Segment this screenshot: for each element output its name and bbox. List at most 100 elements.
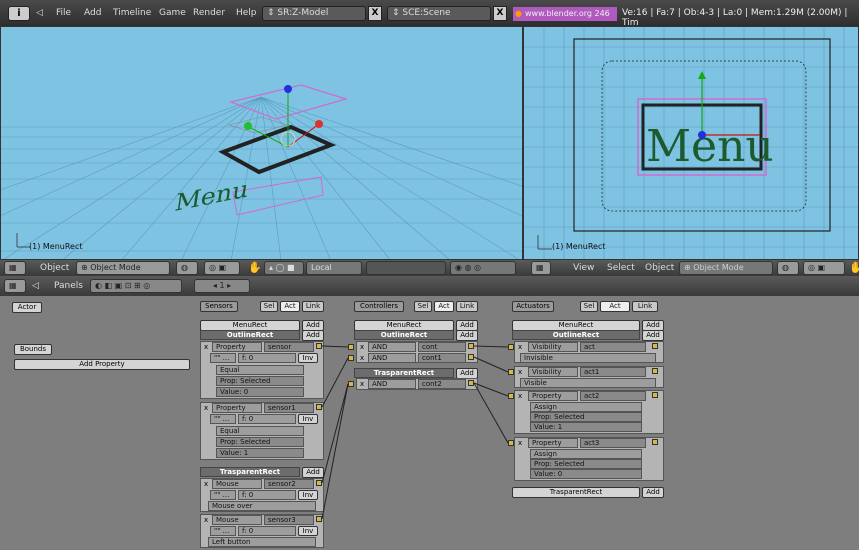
collapse-icon-buttons[interactable]: ◁ <box>32 281 39 291</box>
sensor-eval-select[interactable]: Equal <box>216 426 304 436</box>
actuator-add-button-2[interactable]: Add <box>642 330 664 341</box>
actuator-mode-select[interactable]: Assign <box>530 402 642 412</box>
sensor-object-trasparentrect[interactable]: TrasparentRect <box>200 467 300 477</box>
editor-type-icon-right[interactable]: ▦ <box>531 261 551 275</box>
window-type-icon[interactable]: i <box>8 6 30 21</box>
sensors-tab-act[interactable]: Act <box>280 301 300 312</box>
actuator-visibility-select[interactable]: Visible <box>520 378 656 388</box>
scene-delete-icon[interactable]: X <box>493 6 507 21</box>
actuator-name-field[interactable]: act2 <box>580 391 646 401</box>
sensor-value-field[interactable]: Value: 0 <box>216 387 304 397</box>
actuator-pin-dot[interactable] <box>652 343 658 349</box>
sensor-close-icon[interactable]: x <box>204 479 208 490</box>
select-menu[interactable]: Select <box>607 263 635 273</box>
actuator-name-field[interactable]: act <box>580 342 646 352</box>
actuator-in-dot[interactable] <box>508 393 514 399</box>
sensor-add-button-2[interactable]: Add <box>302 330 324 341</box>
object-menu[interactable]: Object <box>40 263 69 273</box>
actuator-prop-field[interactable]: Prop: Selected <box>530 459 642 469</box>
sensors-tab-sel[interactable]: Sel <box>260 301 278 312</box>
sensor-pulse-buttons[interactable]: "" ... <box>210 414 236 424</box>
actuator-pin-dot[interactable] <box>652 368 658 374</box>
sensor-eval-select[interactable]: Equal <box>216 365 304 375</box>
sensor-object-outlinerect[interactable]: OutlineRect <box>200 330 300 340</box>
actuator-mode-select[interactable]: Assign <box>530 449 642 459</box>
controller-type-select[interactable]: AND <box>368 353 416 363</box>
menu-render[interactable]: Render <box>193 8 225 18</box>
actuator-value-field[interactable]: Value: 1 <box>530 422 642 432</box>
scene-selector[interactable]: ⇕ SCE:Scene <box>387 6 491 21</box>
sensor-value-field[interactable]: Value: 1 <box>216 448 304 458</box>
actuator-name-field[interactable]: act3 <box>580 438 646 448</box>
editor-type-icon-buttons[interactable]: ▦ <box>4 279 26 293</box>
actuator-object-trasparentrect[interactable]: TrasparentRect <box>512 487 640 498</box>
panels-label[interactable]: Panels <box>54 281 83 291</box>
controller-name-field[interactable]: cont1 <box>418 353 466 363</box>
orientation-selector[interactable]: Local <box>306 261 362 275</box>
sensor-mouse-event-select[interactable]: Left button <box>208 537 316 547</box>
pivot-icon[interactable]: ◎ ▣ <box>204 261 240 275</box>
sensor-close-icon[interactable]: x <box>204 342 208 353</box>
sensor-prop-field[interactable]: Prop: Selected <box>216 437 304 447</box>
actuator-name-field[interactable]: act1 <box>580 367 646 377</box>
controllers-tab-sel[interactable]: Sel <box>414 301 432 312</box>
menu-add[interactable]: Add <box>84 8 101 18</box>
viewport-perspective[interactable]: Menu (1) MenuRect <box>0 26 523 260</box>
sensor-link-dot[interactable] <box>316 343 322 349</box>
sensor-name-field[interactable]: sensor1 <box>264 403 314 413</box>
mode-selector-right[interactable]: ⊕ Object Mode <box>679 261 773 275</box>
pivot-icon-right[interactable]: ◎ ▣ <box>803 261 845 275</box>
sensor-link-dot[interactable] <box>316 404 322 410</box>
sensor-pulse-buttons[interactable]: "" ... <box>210 353 236 363</box>
actuator-value-field[interactable]: Value: 0 <box>530 469 642 479</box>
actuator-visibility-select[interactable]: Invisible <box>520 353 656 363</box>
sensor-name-field[interactable]: sensor2 <box>264 479 314 489</box>
sensor-mouse-event-select[interactable]: Mouse over <box>208 501 316 511</box>
sensor-freq-field[interactable]: f: 0 <box>238 414 296 424</box>
controller-type-select[interactable]: AND <box>368 379 416 389</box>
sensor-pulse-buttons[interactable]: "" ... <box>210 526 236 536</box>
sensor-freq-field[interactable]: f: 0 <box>238 490 296 500</box>
sensor-type-select[interactable]: Property <box>212 342 262 352</box>
actuator-pin-dot[interactable] <box>652 439 658 445</box>
actuator-in-dot[interactable] <box>508 344 514 350</box>
actuator-close-icon[interactable]: x <box>518 391 522 402</box>
menu-help[interactable]: Help <box>236 8 257 18</box>
screen-selector[interactable]: ⇕ SR:Z-Model <box>262 6 366 21</box>
sensor-invert-button[interactable]: Inv <box>298 414 318 424</box>
controller-name-field[interactable]: cont2 <box>418 379 466 389</box>
draw-type-icon-right[interactable]: ◍ <box>777 261 799 275</box>
sensor-name-field[interactable]: sensor3 <box>264 515 314 525</box>
sensor-close-icon[interactable]: x <box>204 403 208 414</box>
bounds-button[interactable]: Bounds <box>14 344 52 355</box>
mode-selector[interactable]: ⊕ Object Mode <box>76 261 170 275</box>
controller-name-field[interactable]: cont <box>418 342 466 352</box>
controller-object-trasparentrect[interactable]: TrasparentRect <box>354 368 454 378</box>
add-property-button[interactable]: Add Property <box>14 359 190 370</box>
frame-counter[interactable]: ◂ 1 ▸ <box>194 279 250 293</box>
viewport-camera[interactable]: Menu (1) MenuRect <box>523 26 859 260</box>
sensor-invert-button[interactable]: Inv <box>298 490 318 500</box>
sensor-close-icon[interactable]: x <box>204 515 208 526</box>
sensor-invert-button[interactable]: Inv <box>298 526 318 536</box>
view-menu[interactable]: View <box>573 263 594 273</box>
actuators-tab-link[interactable]: Link <box>632 301 658 312</box>
actuator-prop-field[interactable]: Prop: Selected <box>530 412 642 422</box>
controller-close-icon[interactable]: x <box>360 342 364 353</box>
sensors-tab-link[interactable]: Link <box>302 301 324 312</box>
sensor-invert-button[interactable]: Inv <box>298 353 318 363</box>
controller-out-dot[interactable] <box>468 354 474 360</box>
actor-button[interactable]: Actor <box>12 302 42 313</box>
menu-timeline[interactable]: Timeline <box>113 8 151 18</box>
screen-delete-icon[interactable]: X <box>368 6 382 21</box>
sensor-add-button-3[interactable]: Add <box>302 467 324 478</box>
draw-type-icon[interactable]: ◍ <box>176 261 198 275</box>
actuator-type-select[interactable]: Visibility <box>528 367 578 377</box>
hand-tool-icon-right[interactable]: ✋ <box>849 261 859 274</box>
controller-out-dot[interactable] <box>468 343 474 349</box>
controller-in-dot[interactable] <box>348 344 354 350</box>
controllers-tab-link[interactable]: Link <box>456 301 478 312</box>
actuator-in-dot[interactable] <box>508 440 514 446</box>
actuator-add-button-3[interactable]: Add <box>642 487 664 498</box>
controller-add-button-2[interactable]: Add <box>456 330 478 341</box>
